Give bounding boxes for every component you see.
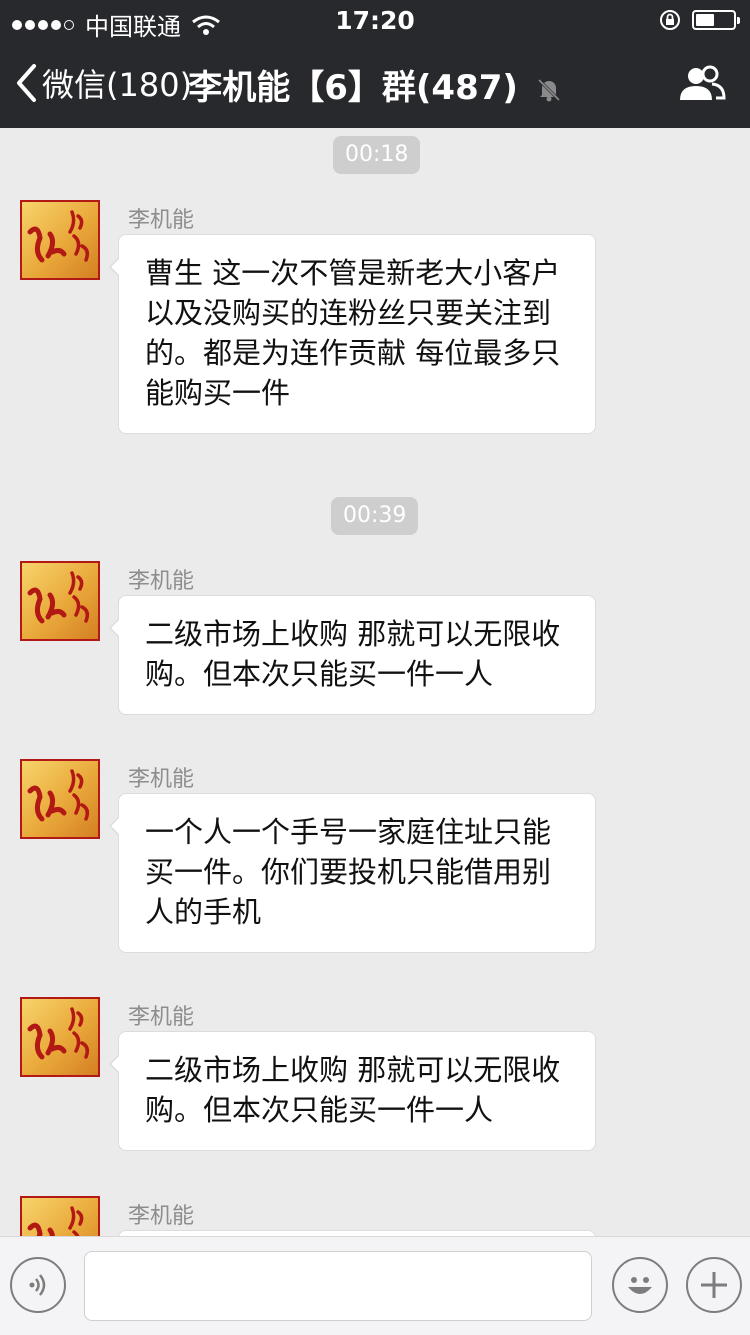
add-button[interactable]	[686, 1257, 742, 1313]
avatar[interactable]	[20, 1196, 100, 1236]
avatar[interactable]	[20, 200, 100, 280]
calligraphy-logo	[27, 571, 90, 624]
plus-icon	[701, 1272, 727, 1298]
voice-icon	[29, 1274, 46, 1296]
nav-bar: 微信(180) 李机能【6】群(487)	[0, 40, 750, 128]
chat-area[interactable]: 00:18 李机能 曹生 这一次不管是新老大小客户以及没购买的连粉丝只要关注到的…	[0, 128, 750, 1236]
header: 中国联通 17:20 微信(180) 李机能【6】群(487)	[0, 0, 750, 128]
avatar[interactable]	[20, 561, 100, 641]
time-separator: 00:39	[331, 497, 419, 535]
calligraphy-logo	[27, 769, 90, 822]
people-icon	[680, 65, 726, 100]
status-bar: 中国联通 17:20	[0, 0, 750, 41]
message-bubble[interactable]: 曹生 这一次不管是新老大小客户以及没购买的连粉丝只要关注到的。都是为连作贡献 每…	[109, 234, 596, 434]
rotation-lock-icon	[660, 10, 680, 30]
input-bar	[0, 1236, 750, 1335]
calligraphy-logo	[27, 1007, 90, 1060]
emoji-button[interactable]	[612, 1257, 668, 1313]
chat-title-text: 李机能【6】群(487)	[188, 68, 518, 108]
message-bubble[interactable]: 一个人一个手号一家庭住址只能买一件。你们要投机只能借用别人的手机	[109, 793, 596, 953]
mute-bell-icon	[537, 78, 560, 101]
status-time: 17:20	[335, 6, 415, 35]
sender-name: 李机能	[128, 569, 195, 594]
emoji-icon	[628, 1277, 652, 1294]
calligraphy-logo	[27, 210, 90, 263]
chat-title: 李机能【6】群(487)	[0, 60, 750, 109]
battery-icon	[692, 10, 740, 30]
sender-name: 李机能	[128, 208, 195, 233]
voice-button[interactable]	[10, 1257, 66, 1313]
calligraphy-logo	[27, 1206, 84, 1236]
message-bubble[interactable]: 二级市场上收购 那就可以无限收购。但本次只能买一件一人	[109, 595, 596, 715]
message-bubble[interactable]: 二级市场上收购 那就可以无限收购。但本次只能买一件一人	[109, 1031, 596, 1151]
status-right	[658, 8, 740, 32]
avatar[interactable]	[20, 997, 100, 1077]
sender-name: 李机能	[128, 1005, 195, 1030]
sender-name: 李机能	[128, 1204, 195, 1229]
time-separator: 00:18	[333, 136, 421, 174]
sender-name: 李机能	[128, 767, 195, 792]
group-members-button[interactable]	[678, 64, 726, 108]
message-input[interactable]	[84, 1251, 592, 1321]
avatar[interactable]	[20, 759, 100, 839]
